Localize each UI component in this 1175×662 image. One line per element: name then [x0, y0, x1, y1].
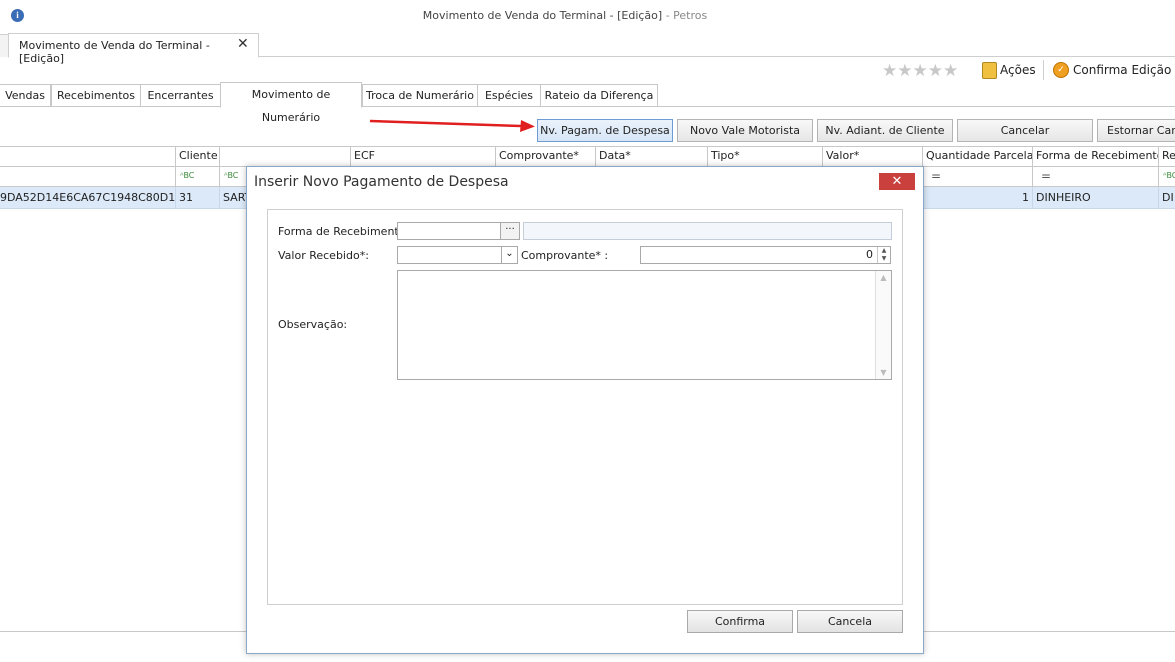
forma-label: Forma de Recebimento:: [278, 225, 410, 238]
confirm-button[interactable]: Confirma: [687, 610, 793, 633]
dialog-title: Inserir Novo Pagamento de Despesa: [254, 174, 509, 190]
column-header-comprovante[interactable]: Comprovante*: [495, 147, 595, 166]
column-header-data[interactable]: Data*: [595, 147, 707, 166]
observacao-value: [398, 271, 891, 277]
toolbar-separator: [1043, 60, 1044, 80]
column-header-ecf[interactable]: ECF: [350, 147, 495, 166]
reverse-cancel-button[interactable]: Estornar Canc: [1097, 119, 1175, 142]
window-title-text: Movimento de Venda do Terminal - [Edição…: [422, 9, 663, 22]
annotation-arrow-icon: [369, 119, 535, 132]
confirm-edit-icon[interactable]: ✓: [1053, 62, 1069, 78]
insert-expense-payment-dialog: Inserir Novo Pagamento de Despesa ✕ Form…: [246, 166, 924, 654]
valor-input[interactable]: ⌄: [397, 246, 518, 264]
column-header-forma-de-recebimento[interactable]: Forma de Recebimento*: [1032, 147, 1158, 166]
observacao-scrollbar[interactable]: ▲ ▼: [875, 271, 891, 379]
document-tab[interactable]: Movimento de Venda do Terminal - [Edição…: [8, 33, 259, 65]
cell-re: DI: [1158, 187, 1175, 208]
document-tab-label: Movimento de Venda do Terminal - [Edição…: [19, 39, 210, 65]
tab-encerrantes[interactable]: Encerrantes: [140, 84, 221, 106]
tab-recebimentos[interactable]: Recebimentos: [51, 84, 141, 106]
spin-down-icon[interactable]: ▼: [878, 255, 890, 263]
cancel-button[interactable]: Cancelar: [957, 119, 1093, 142]
spin-up-icon[interactable]: ▲: [878, 247, 890, 255]
filter-cliente[interactable]: ᴬBC: [175, 166, 219, 186]
rating-stars-icon[interactable]: ★★★★★: [882, 61, 958, 81]
column-header-cliente[interactable]: Cliente: [175, 147, 219, 166]
ellipsis-icon[interactable]: ···: [500, 223, 519, 239]
cancel-dialog-button[interactable]: Cancela: [797, 610, 903, 633]
cell-id: 9DA52D14E6CA67C1948C80D1C72: [0, 191, 175, 204]
chevron-down-icon[interactable]: ⌄: [501, 247, 517, 263]
tab-troca-de-numerario[interactable]: Troca de Numerário: [362, 84, 478, 106]
forma-input[interactable]: ···: [397, 222, 520, 240]
main-tabs: Vendas Recebimentos Encerrantes Moviment…: [0, 82, 1175, 124]
new-driver-voucher-button[interactable]: Novo Vale Motorista: [677, 119, 813, 142]
scroll-down-icon[interactable]: ▼: [876, 368, 891, 377]
close-icon[interactable]: ✕: [879, 173, 915, 190]
tab-movimento-de-numerario[interactable]: Movimento de Numerário: [220, 82, 362, 124]
cell-forma: DINHEIRO: [1032, 187, 1158, 208]
comprovante-input[interactable]: 0 ▲ ▼: [640, 246, 891, 264]
new-client-advance-button[interactable]: Nv. Adiant. de Cliente: [817, 119, 953, 142]
comprovante-label: Comprovante* :: [521, 249, 609, 262]
app-name: - Petros: [665, 9, 708, 22]
comprovante-value: 0: [866, 248, 873, 261]
column-header-quantidade-parcela[interactable]: Quantidade Parcela*: [922, 147, 1032, 166]
filter-quantidade[interactable]: =: [922, 166, 1032, 186]
observacao-textarea[interactable]: ▲ ▼: [397, 270, 892, 380]
spin-stepper[interactable]: ▲ ▼: [877, 247, 890, 263]
filter-re[interactable]: ᴬBC: [1158, 166, 1175, 186]
valor-label: Valor Recebido*:: [278, 249, 369, 262]
forma-description-field: [523, 222, 892, 240]
window-title-bar: i Movimento de Venda do Terminal - [Ediç…: [0, 0, 1175, 32]
column-header-blank[interactable]: [219, 147, 350, 166]
column-header-valor[interactable]: Valor*: [822, 147, 922, 166]
tab-especies[interactable]: Espécies: [477, 84, 541, 106]
confirm-edit-button[interactable]: Confirma Edição: [1073, 63, 1171, 77]
cell-cliente: 31: [175, 187, 219, 208]
actions-button[interactable]: Ações: [1000, 63, 1036, 77]
tab-rateio-da-diferenca[interactable]: Rateio da Diferença: [540, 84, 658, 106]
filter-forma[interactable]: =: [1032, 166, 1158, 186]
cell-quantidade: 1: [922, 187, 1032, 208]
grid-header: Cliente ECF Comprovante* Data* Tipo* Val…: [0, 146, 1175, 167]
scroll-up-icon[interactable]: ▲: [876, 273, 891, 282]
actions-icon[interactable]: [982, 62, 997, 79]
column-header-re[interactable]: Re: [1158, 147, 1175, 166]
dialog-form-panel: Forma de Recebimento: ··· Valor Recebido…: [267, 209, 903, 605]
new-expense-payment-button[interactable]: Nv. Pagam. de Despesa: [537, 119, 673, 142]
window-title: Movimento de Venda do Terminal - [Edição…: [0, 9, 1130, 22]
close-icon[interactable]: ✕: [237, 36, 249, 52]
column-header-tipo[interactable]: Tipo*: [707, 147, 822, 166]
observacao-label: Observação:: [278, 318, 348, 331]
tab-vendas[interactable]: Vendas: [0, 84, 51, 106]
